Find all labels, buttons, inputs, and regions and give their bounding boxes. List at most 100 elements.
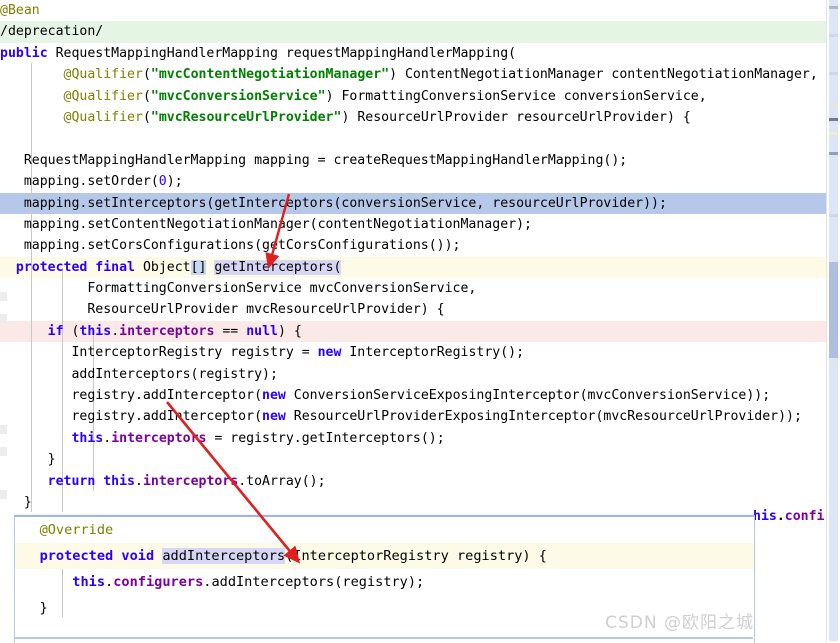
- code-token: @Qualifier: [63, 109, 143, 125]
- code-token: addInterceptors(registry);: [0, 366, 278, 382]
- code-token: configurers: [113, 574, 204, 590]
- code-token: confi: [784, 509, 825, 524]
- editor-line[interactable]: RequestMappingHandlerMapping mapping = c…: [0, 150, 827, 171]
- scrollbar-thumb[interactable]: [829, 262, 838, 358]
- code-token: @Qualifier: [63, 67, 143, 83]
- editor-line[interactable]: mapping.setContentNegotiationManager(con…: [0, 214, 827, 235]
- popup-line-text: @Override: [15, 517, 114, 543]
- editor-line[interactable]: }: [0, 492, 827, 513]
- code-token: public: [0, 45, 56, 61]
- popup-line-text: }: [15, 595, 48, 621]
- code-token: interceptors: [119, 323, 215, 339]
- scrollbar-mark: [829, 34, 838, 37]
- editor-line[interactable]: @Qualifier("mvcContentNegotiationManager…: [0, 64, 827, 85]
- editor-line[interactable]: public RequestMappingHandlerMapping requ…: [0, 43, 827, 64]
- editor-line[interactable]: InterceptorRegistry registry = new Inter…: [0, 342, 827, 363]
- code-token: );: [166, 174, 183, 190]
- editor-line[interactable]: @Qualifier("mvcResourceUrlProvider") Res…: [0, 107, 827, 128]
- editor-line[interactable]: this.interceptors = registry.getIntercep…: [0, 428, 827, 449]
- editor-line-text: registry.addInterceptor(new ConversionSe…: [0, 385, 770, 406]
- code-token: interceptors: [111, 430, 207, 446]
- code-token: InterceptorRegistry();: [349, 345, 525, 361]
- editor-line-text: FormattingConversionService mvcConversio…: [0, 278, 476, 299]
- code-token: (: [142, 109, 151, 125]
- code-token: FormattingConversionService mvcConversio…: [0, 281, 477, 297]
- editor-line[interactable]: registry.addInterceptor(new ResourceUrlP…: [0, 406, 827, 427]
- code-token: this: [79, 323, 112, 339]
- code-token: .toArray();: [238, 473, 326, 489]
- code-token: []: [190, 259, 207, 275]
- scrollbar-strip[interactable]: [826, 0, 840, 641]
- code-token: registry.addInterceptor(: [0, 409, 263, 425]
- code-token: protected final: [15, 259, 143, 275]
- editor-line-text: ResourceUrlProvider mvcResourceUrlProvid…: [0, 299, 445, 320]
- editor-line[interactable]: [0, 128, 827, 149]
- code-token: ConversionServiceExposingInterceptor(mvc…: [293, 388, 771, 404]
- gutter-marker: [0, 314, 7, 323]
- code-token: his: [753, 509, 777, 524]
- editor-line-text: addInterceptors(registry);: [0, 364, 278, 385]
- editor-line-text: InterceptorRegistry registry = new Inter…: [0, 342, 524, 363]
- editor-line-text: @Qualifier("mvcConversionService") Forma…: [0, 86, 707, 107]
- editor-line[interactable]: mapping.setCorsConfigurations(getCorsCon…: [0, 235, 827, 256]
- scrollbar-mark: [829, 72, 838, 75]
- editor-line-text: }: [0, 449, 56, 470]
- editor-line-text: /deprecation/: [0, 21, 103, 42]
- code-token: this: [71, 430, 104, 446]
- popup-line[interactable]: this.configurers.addInterceptors(registr…: [15, 569, 754, 595]
- code-token: ResourceUrlProvider mvcResourceUrlProvid…: [0, 302, 445, 318]
- code-token: this: [72, 574, 106, 590]
- code-token: getInterceptors(: [214, 259, 342, 275]
- code-token: 0: [158, 174, 167, 190]
- editor-line[interactable]: return this.interceptors.toArray();: [0, 471, 827, 492]
- editor-line[interactable]: @Qualifier("mvcConversionService") Forma…: [0, 86, 827, 107]
- scrollbar-mark: [829, 6, 838, 9]
- editor-line[interactable]: mapping.setInterceptors(getInterceptors(…: [0, 192, 827, 214]
- code-token: .: [105, 574, 114, 590]
- code-token: RequestMappingHandlerMapping mapping = c…: [0, 152, 628, 168]
- editor-line-text: return this.interceptors.toArray();: [0, 471, 326, 492]
- gutter-marker: [0, 447, 7, 456]
- popup-line-text: protected void addInterceptors(Intercept…: [15, 543, 547, 569]
- code-token: @Qualifier: [63, 88, 143, 104]
- code-token: (InterceptorRegistry registry) {: [285, 548, 547, 564]
- code-token: Object: [142, 259, 191, 275]
- editor-line-text: protected final Object[] getInterceptors…: [0, 257, 342, 278]
- code-token: if: [47, 323, 72, 339]
- editor-line-text: mapping.setCorsConfigurations(getCorsCon…: [0, 235, 461, 256]
- editor-line-text: registry.addInterceptor(new ResourceUrlP…: [0, 406, 801, 427]
- code-token: ==: [214, 323, 247, 339]
- code-token: (: [142, 67, 151, 83]
- editor-line[interactable]: }: [0, 449, 827, 470]
- editor-line-text: mapping.setOrder(0);: [0, 171, 183, 192]
- code-token: mapping.setInterceptors(getInterceptors(…: [0, 195, 667, 211]
- editor-line[interactable]: addInterceptors(registry);: [0, 364, 827, 385]
- popup-code-lines[interactable]: @Override protected void addInterceptors…: [15, 517, 754, 621]
- editor-line[interactable]: /deprecation/: [0, 21, 827, 43]
- popup-line[interactable]: @Override: [15, 517, 754, 543]
- editor-line[interactable]: if (this.interceptors == null) {: [0, 320, 827, 343]
- code-token: .: [776, 509, 785, 524]
- editor-line[interactable]: mapping.setOrder(0);: [0, 171, 827, 192]
- editor-line-text: public RequestMappingHandlerMapping requ…: [0, 43, 516, 64]
- editor-line[interactable]: protected final Object[] getInterceptors…: [0, 256, 827, 279]
- code-token: InterceptorRegistry registry =: [0, 345, 318, 361]
- code-token: }: [0, 452, 56, 468]
- code-token: "mvcResourceUrlProvider": [150, 109, 342, 125]
- editor-line[interactable]: @Bean: [0, 0, 827, 21]
- editor-line[interactable]: ResourceUrlProvider mvcResourceUrlProvid…: [0, 299, 827, 320]
- code-token: = registry.getInterceptors();: [206, 430, 445, 446]
- editor-line[interactable]: registry.addInterceptor(new ConversionSe…: [0, 385, 827, 406]
- code-lines[interactable]: @Bean/deprecation/public RequestMappingH…: [0, 0, 827, 513]
- code-token: new: [262, 388, 294, 404]
- code-token: .: [111, 323, 120, 339]
- popup-line[interactable]: protected void addInterceptors(Intercept…: [15, 543, 754, 569]
- code-token: .: [103, 430, 112, 446]
- editor-line[interactable]: FormattingConversionService mvcConversio…: [0, 278, 827, 299]
